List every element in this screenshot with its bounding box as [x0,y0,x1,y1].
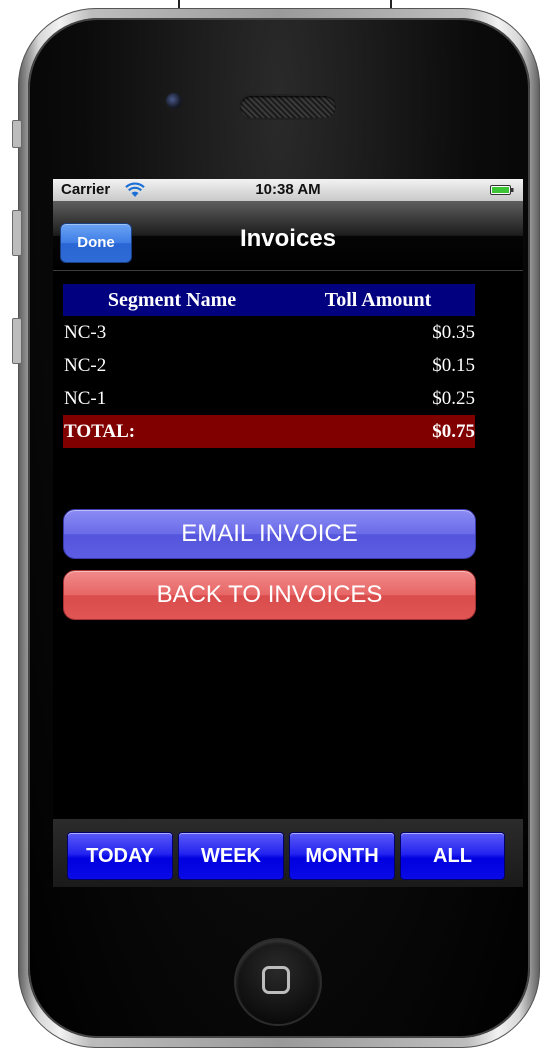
home-square-icon [262,966,290,994]
table-row: NC-3 $0.35 [63,316,475,349]
segment-name-cell: NC-2 [64,354,107,376]
screen: Carrier 10:38 AM Done Invoices Segment N… [53,179,523,887]
tab-week[interactable]: WEEK [179,833,283,879]
header-toll-amount: Toll Amount [324,288,432,311]
period-filter-bar: TODAY WEEK MONTH ALL [53,819,523,887]
tab-month[interactable]: MONTH [290,833,394,879]
toll-amount-cell: $0.15 [432,354,475,376]
header-segment-name: Segment Name [107,288,237,311]
volume-up-button [12,210,22,256]
table-row: NC-2 $0.15 [63,349,475,382]
table-row: NC-1 $0.25 [63,382,475,415]
clock: 10:38 AM [255,181,321,198]
battery-icon [490,185,514,195]
tab-today[interactable]: TODAY [68,833,172,879]
email-invoice-button[interactable]: EMAIL INVOICE [63,509,476,559]
back-to-invoices-button[interactable]: BACK TO INVOICES [63,570,476,620]
total-row: TOTAL: $0.75 [63,415,475,448]
total-label: TOTAL: [64,420,136,442]
front-camera-icon [166,93,182,109]
table-header: Segment Name Toll Amount [63,284,475,316]
toll-amount-cell: $0.35 [432,321,475,343]
navigation-bar: Done Invoices [53,201,523,271]
toll-amount-cell: $0.25 [432,387,475,409]
tab-all[interactable]: ALL [401,833,504,879]
home-button[interactable] [236,940,320,1024]
earpiece-speaker [240,96,336,118]
invoice-table: Segment Name Toll Amount NC-3 $0.35 NC-2… [63,284,475,448]
page-title: Invoices [239,225,337,252]
segment-name-cell: NC-3 [64,321,107,343]
volume-down-button [12,318,22,364]
status-bar: Carrier 10:38 AM [53,179,523,201]
segment-name-cell: NC-1 [64,387,107,409]
total-amount: $0.75 [432,420,475,442]
mute-switch [12,120,22,148]
